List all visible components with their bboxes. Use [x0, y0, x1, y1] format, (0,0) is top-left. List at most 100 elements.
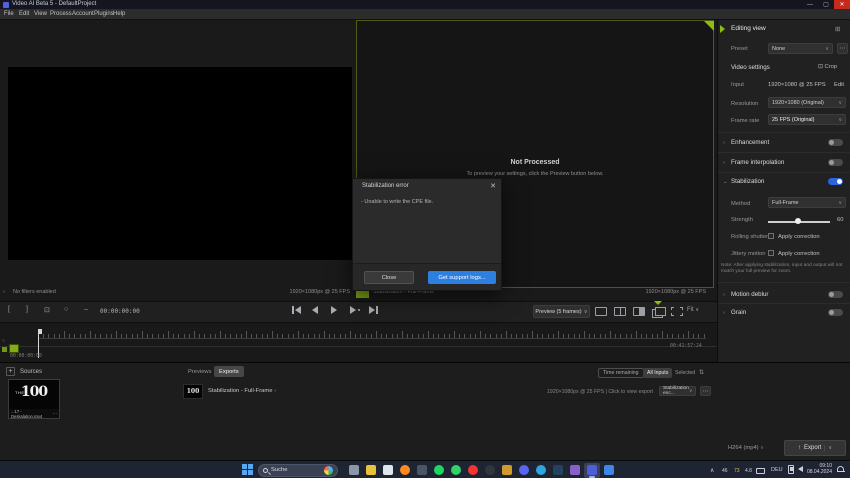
tray-stat-2[interactable]: 73 [734, 468, 740, 474]
format-dropdown[interactable]: H264 (mp4) ∨ [728, 445, 764, 451]
speaker-icon[interactable] [798, 466, 803, 472]
record-icon[interactable]: ○ [64, 306, 68, 313]
export-menu-button[interactable]: ⋯ [700, 386, 711, 396]
amber-app-icon[interactable] [499, 463, 515, 478]
menu-view[interactable]: View [34, 11, 47, 17]
photos-icon[interactable] [414, 463, 430, 478]
opera-icon[interactable] [465, 463, 481, 478]
prev-frame-button[interactable] [312, 306, 318, 314]
source-thumbnail[interactable]: THE 100 ...17 - Deskalation.mp4 ⋯ [8, 379, 60, 419]
tab-exports[interactable]: Exports [214, 366, 244, 377]
dialog-close-button[interactable]: Close [364, 271, 414, 284]
task-view-icon[interactable] [346, 463, 362, 478]
spotify-icon[interactable] [431, 463, 447, 478]
skip-end-button[interactable] [369, 306, 378, 314]
tray-overflow-icon[interactable]: ∧ [710, 467, 714, 474]
timeline-clip[interactable] [9, 344, 19, 353]
chevron-right-icon[interactable]: › [723, 160, 725, 166]
tray-stat-1[interactable]: 46 [722, 468, 728, 474]
chevron-right-icon[interactable]: › [723, 292, 725, 298]
mail-app-icon[interactable] [601, 463, 617, 478]
trim-out-icon[interactable]: ] [26, 306, 28, 313]
sort-icon[interactable]: ⇅ [699, 369, 704, 376]
chevron-expanded-icon[interactable]: ⌄ [723, 179, 728, 185]
add-source-button[interactable]: + [6, 367, 15, 376]
file-explorer-icon[interactable] [363, 463, 379, 478]
interpolation-section[interactable]: Frame interpolation [731, 159, 784, 166]
whatsapp-icon[interactable] [448, 463, 464, 478]
tray-stat-3[interactable]: 4.8 [745, 468, 752, 474]
export-thumbnail[interactable]: 100 [183, 384, 203, 399]
all-inputs-button[interactable]: All Inputs [643, 368, 672, 378]
panel-collapse-icon[interactable] [720, 25, 725, 33]
view-sidebyside-icon[interactable] [633, 307, 645, 316]
start-button-icon[interactable] [242, 464, 253, 475]
grain-section[interactable]: Grain [731, 309, 746, 316]
framerate-select[interactable]: 25 FPS (Original) ∨ [768, 114, 846, 125]
view-single-icon[interactable] [595, 307, 607, 316]
fit-dropdown[interactable]: Fit ∨ [687, 307, 699, 313]
playhead-flag[interactable] [38, 329, 42, 334]
notepad-icon[interactable] [380, 463, 396, 478]
discord-icon[interactable] [516, 463, 532, 478]
dialog-close-icon[interactable]: ✕ [490, 182, 496, 190]
video-ai-icon[interactable] [584, 463, 600, 478]
strength-slider-knob[interactable] [795, 218, 801, 224]
jittery-motion-checkbox[interactable] [768, 250, 774, 256]
chevron-right-icon[interactable]: › [723, 310, 725, 316]
menu-edit[interactable]: Edit [19, 11, 29, 17]
view-split-icon[interactable] [614, 307, 626, 316]
language-indicator[interactable]: DEU [771, 467, 783, 473]
get-support-logs-button[interactable]: Get support logs... [428, 271, 496, 284]
timeline-ruler[interactable] [38, 330, 706, 339]
view-compare-icon[interactable] [652, 307, 664, 316]
maximize-button[interactable]: ▢ [818, 0, 834, 9]
time-remaining-button[interactable]: Time remaining [598, 368, 644, 378]
visual-studio-icon[interactable] [567, 463, 583, 478]
firefox-icon[interactable] [397, 463, 413, 478]
touch-keyboard-icon[interactable] [756, 468, 765, 474]
trim-in-icon[interactable]: [ [8, 306, 10, 313]
method-select[interactable]: Full-Frame ∨ [768, 197, 846, 208]
skip-start-button[interactable] [292, 306, 301, 314]
preset-menu-button[interactable]: ⋯ [837, 43, 848, 54]
export-status-select[interactable]: Stabilization enc... ∨ [659, 386, 696, 396]
enhancement-section[interactable]: Enhancement [731, 139, 769, 146]
selected-button[interactable]: Selected [671, 368, 699, 378]
motion-deblur-toggle[interactable] [828, 291, 843, 298]
fullscreen-icon[interactable] [671, 307, 683, 316]
minimize-button[interactable]: — [802, 0, 818, 9]
timeline[interactable]: ○ 00:00:00:00 00:41:57:24 [0, 324, 717, 362]
close-button[interactable]: ✕ [834, 0, 850, 9]
play-button[interactable] [331, 306, 337, 314]
taskbar-search[interactable]: Suche [258, 464, 338, 477]
telegram-icon[interactable] [533, 463, 549, 478]
interpolation-toggle[interactable] [828, 159, 843, 166]
tab-previews[interactable]: Previews [183, 366, 217, 377]
stabilization-section[interactable]: Stabilization [731, 178, 764, 185]
preview-button[interactable]: Preview (5 frames) ∨ [533, 305, 590, 318]
menu-file[interactable]: File [4, 11, 14, 17]
export-item-label[interactable]: Stabilization - Full-Frame › [208, 388, 276, 394]
collapse-left-icon[interactable]: ‹ [3, 289, 5, 295]
marker-icon[interactable]: ⊡ [44, 306, 50, 314]
play-processed-button[interactable] [350, 306, 360, 314]
menu-process[interactable]: Process [50, 11, 72, 17]
motion-deblur-section[interactable]: Motion deblur [731, 291, 769, 298]
source-menu-icon[interactable]: ⋯ [53, 411, 57, 416]
resolution-select[interactable]: 1920×1080 (Original) ∨ [768, 97, 846, 108]
export-info-label[interactable]: 1920×1080px @ 25 FPS | Click to view exp… [470, 389, 653, 395]
layout-grid-icon[interactable]: ⊞ [835, 25, 840, 33]
export-button[interactable]: ↑ Export ∨ [784, 440, 846, 456]
stabilization-toggle[interactable] [828, 178, 843, 185]
chevron-right-icon[interactable]: › [723, 140, 725, 146]
menu-help[interactable]: Help [113, 11, 125, 17]
crop-button[interactable]: ⊡ Crop [818, 64, 837, 70]
edit-link[interactable]: Edit [834, 82, 844, 88]
menu-account[interactable]: Account [72, 11, 94, 17]
menu-plugins[interactable]: Plugins [94, 11, 114, 17]
navy-app-icon[interactable] [550, 463, 566, 478]
grain-toggle[interactable] [828, 309, 843, 316]
rolling-shutter-checkbox[interactable] [768, 233, 774, 239]
enhancement-toggle[interactable] [828, 139, 843, 146]
